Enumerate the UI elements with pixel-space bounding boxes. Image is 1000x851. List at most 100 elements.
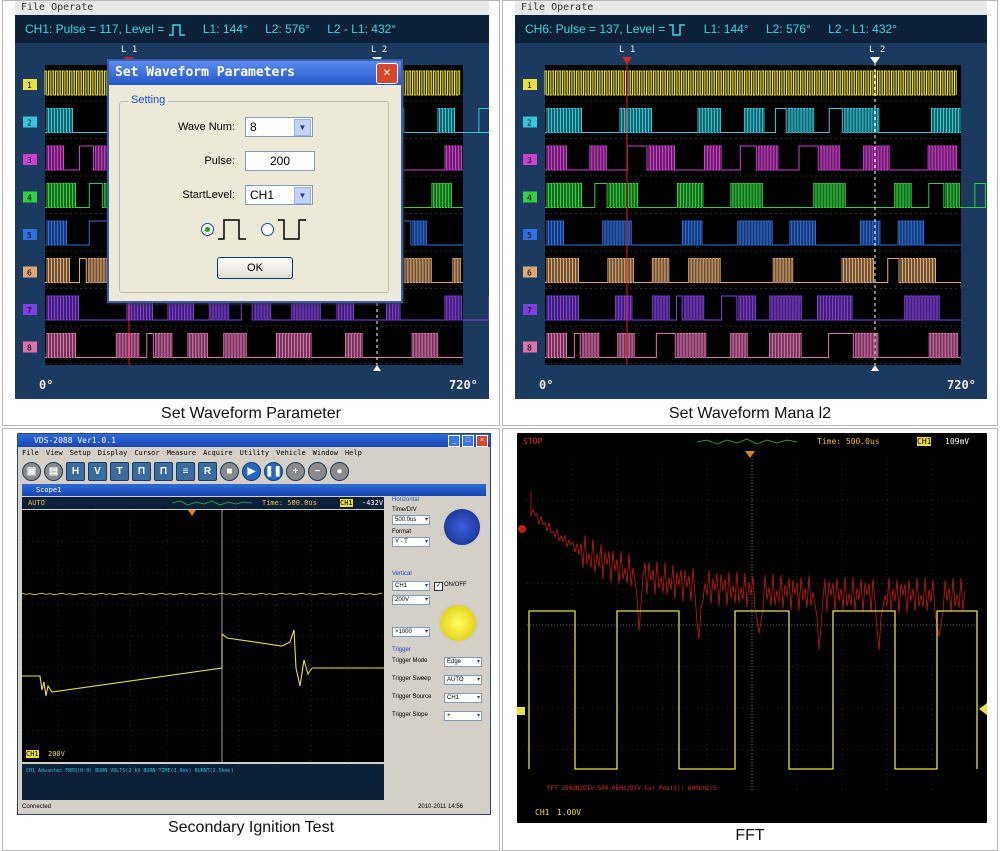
svg-text:7: 7: [27, 306, 32, 315]
menu-item[interactable]: Help: [345, 449, 362, 457]
channel-trace: [545, 220, 961, 246]
zoom-out-icon[interactable]: −: [308, 461, 327, 481]
mini-waveform: [172, 500, 252, 506]
trigger-readout: -432V: [362, 499, 384, 507]
axis-end-label: 720°: [947, 378, 976, 392]
onoff-label: ON/OFF: [444, 582, 467, 588]
control-panel: Horizontal Time/DIV 500.0us Format Y - T…: [388, 497, 488, 801]
channel-tag: 3: [23, 154, 37, 165]
toolbar-lines-button[interactable]: ≡: [176, 461, 195, 481]
set-waveform-dialog: Set Waveform Parameters ✕ Setting Wave N…: [107, 59, 403, 303]
fft-screen: STOP Time: 500.0us CH1 109mV FFT 250dB/D…: [517, 433, 987, 823]
menu-item[interactable]: Vehicle: [276, 449, 306, 457]
vertical-scale-select[interactable]: 200V: [392, 595, 430, 605]
probe-select[interactable]: ×1000: [392, 627, 430, 637]
minimize-icon[interactable]: _: [448, 435, 460, 447]
cursor-l2-label[interactable]: L 2: [371, 45, 387, 55]
fft-readout: FFT 250dB/DIV 500.0kHz/DIV Cur Pos(1): 6…: [547, 785, 717, 792]
toolbar-pulse-button[interactable]: Π: [132, 461, 151, 481]
channel-tag: 2: [523, 116, 537, 128]
trigger-group-title: Trigger: [392, 647, 411, 653]
maximize-icon[interactable]: □: [462, 435, 474, 447]
trigger-row-label: Trigger Sweep: [392, 676, 431, 682]
open-icon[interactable]: ▣: [22, 461, 41, 481]
vertical-channel-select[interactable]: CH1: [392, 581, 430, 591]
cursor-bottom-marker: [871, 365, 879, 371]
svg-text:3: 3: [27, 156, 32, 165]
toolbar: ▣ ▤ H V T Π Π ≡ R ■ ▶ ❚❚ + − ●: [18, 460, 490, 482]
cursor-l2-marker: [870, 57, 880, 64]
save-icon[interactable]: ▤: [44, 461, 63, 481]
wave-num-label: Wave Num:: [177, 121, 235, 133]
channel-tag: 8: [523, 341, 537, 353]
fft-header: STOP Time: 500.0us CH1 109mV: [517, 433, 987, 451]
svg-text:3: 3: [527, 156, 532, 165]
cursor-l2-label[interactable]: L 2: [869, 45, 885, 55]
menu-item[interactable]: Setup: [70, 449, 91, 457]
record-icon[interactable]: ●: [330, 461, 349, 481]
close-icon[interactable]: ×: [476, 435, 488, 447]
onoff-checkbox[interactable]: ✓: [434, 582, 443, 591]
toolbar-t-button[interactable]: T: [110, 461, 129, 481]
menu-item[interactable]: Acquire: [203, 449, 233, 457]
toolbar-v-button[interactable]: V: [88, 461, 107, 481]
polarity-falling-radio[interactable]: [261, 223, 274, 236]
format-select[interactable]: Y - T: [392, 537, 430, 547]
trigger-row-select[interactable]: Edge: [444, 657, 482, 667]
radio-dot: [205, 227, 210, 232]
caption: FFT: [735, 827, 765, 844]
menu-item[interactable]: Display: [98, 449, 128, 457]
axis-start-label: 0°: [39, 378, 54, 392]
zoom-in-icon[interactable]: +: [286, 461, 305, 481]
window-controls: _ □ ×: [448, 435, 488, 447]
menu-item[interactable]: Cursor: [134, 449, 159, 457]
run-state: STOP: [523, 437, 543, 446]
channel-scale: 1.00V: [557, 808, 582, 817]
play-icon[interactable]: ▶: [242, 461, 261, 481]
svg-text:4: 4: [27, 194, 32, 203]
trigger-row-select[interactable]: +: [444, 711, 482, 721]
fft-marker: [518, 525, 526, 533]
cursor-bottom-marker: [373, 365, 381, 371]
polarity-rising-radio[interactable]: [201, 223, 214, 236]
start-level-label: StartLevel:: [182, 189, 235, 201]
caption: Secondary Ignition Test: [167, 819, 335, 836]
channel-tag: 5: [23, 229, 37, 240]
menu-item[interactable]: Window: [313, 449, 338, 457]
panel-secondary-ignition: VDS-2088 Ver1.0.1 _ □ × File View Setup Displ…: [2, 428, 500, 851]
horizontal-knob[interactable]: [442, 507, 482, 547]
chevron-down-icon[interactable]: ▼: [294, 119, 311, 136]
app-window: VDS-2088 Ver1.0.1 _ □ × File View Setup Displ…: [17, 433, 491, 815]
channel-tag: 7: [523, 304, 537, 315]
start-level-select[interactable]: CH1 ▼: [245, 185, 313, 205]
toolbar-h-button[interactable]: H: [66, 461, 85, 481]
cursor-l1-label[interactable]: L 1: [619, 45, 635, 55]
stop-icon[interactable]: ■: [220, 461, 239, 481]
menu-item[interactable]: Utility: [240, 449, 270, 457]
scope-header: AUTO Time: 500.0us CH1 -432V: [22, 497, 384, 509]
chevron-down-icon[interactable]: ▼: [294, 187, 311, 204]
vertical-knob[interactable]: [438, 603, 478, 643]
trigger-row-select[interactable]: CH1: [444, 693, 482, 703]
close-icon[interactable]: ✕: [376, 63, 398, 84]
menu-item[interactable]: File: [22, 449, 39, 457]
axis-end-label: 720°: [449, 378, 478, 392]
panel-set-waveform-parameter: File Operate CH1: Pulse = 117, Level = L…: [2, 0, 500, 426]
cursor-l1-label[interactable]: L 1: [121, 45, 137, 55]
menu-item[interactable]: View: [46, 449, 63, 457]
trigger-row-label: Trigger Slope: [392, 712, 428, 718]
axis-start-label: 0°: [539, 378, 554, 392]
toolbar-pulse2-button[interactable]: Π: [154, 461, 173, 481]
pause-icon[interactable]: ❚❚: [264, 461, 283, 481]
panel-set-waveform-mana: File Operate CH6: Pulse = 137, Level = L…: [502, 0, 998, 426]
menu-bar: File View Setup Display Cursor Measure Acquire…: [18, 448, 490, 459]
trigger-row-select[interactable]: AUTO: [444, 675, 482, 685]
channel-tag: 8: [23, 341, 37, 353]
toolbar-r-button[interactable]: R: [198, 461, 217, 481]
wave-num-select[interactable]: 8 ▼: [245, 117, 313, 137]
pulse-input[interactable]: 200: [245, 151, 315, 171]
caption: Set Waveform Parameter: [161, 405, 341, 422]
time-div-select[interactable]: 500.0us: [392, 515, 430, 525]
ok-button[interactable]: OK: [217, 257, 293, 279]
menu-item[interactable]: Measure: [167, 449, 197, 457]
